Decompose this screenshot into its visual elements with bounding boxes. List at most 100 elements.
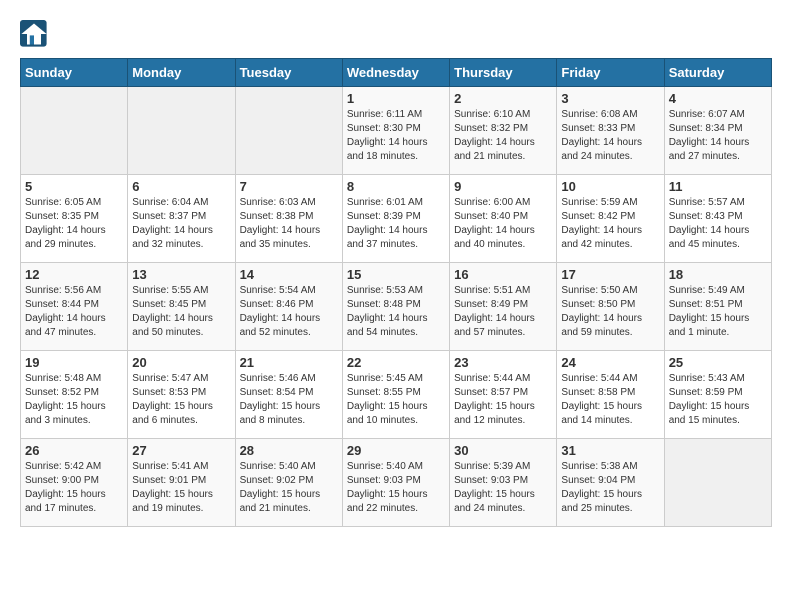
calendar-cell: 8 Sunrise: 6:01 AMSunset: 8:39 PMDaylight… xyxy=(342,175,449,263)
header-monday: Monday xyxy=(128,59,235,87)
day-info: Sunrise: 5:39 AMSunset: 9:03 PMDaylight:… xyxy=(454,460,552,516)
calendar-table: SundayMondayTuesdayWednesdayThursdayFrid… xyxy=(20,58,772,527)
day-info: Sunrise: 5:50 AMSunset: 8:50 PMDaylight:… xyxy=(561,284,659,340)
calendar-cell xyxy=(664,439,771,527)
calendar-cell xyxy=(235,87,342,175)
header-row: SundayMondayTuesdayWednesdayThursdayFrid… xyxy=(21,59,772,87)
calendar-cell: 16 Sunrise: 5:51 AMSunset: 8:49 PMDayligh… xyxy=(450,263,557,351)
day-info: Sunrise: 5:40 AMSunset: 9:03 PMDaylight:… xyxy=(347,460,445,516)
day-number: 7 xyxy=(240,179,338,194)
day-number: 27 xyxy=(132,443,230,458)
day-number: 31 xyxy=(561,443,659,458)
day-number: 16 xyxy=(454,267,552,282)
week-row-1: 1 Sunrise: 6:11 AMSunset: 8:30 PMDaylight… xyxy=(21,87,772,175)
day-number: 18 xyxy=(669,267,767,282)
day-number: 6 xyxy=(132,179,230,194)
day-number: 24 xyxy=(561,355,659,370)
logo xyxy=(20,20,50,48)
day-info: Sunrise: 6:05 AMSunset: 8:35 PMDaylight:… xyxy=(25,196,123,252)
day-info: Sunrise: 5:49 AMSunset: 8:51 PMDaylight:… xyxy=(669,284,767,340)
day-number: 30 xyxy=(454,443,552,458)
header-tuesday: Tuesday xyxy=(235,59,342,87)
calendar-cell: 15 Sunrise: 5:53 AMSunset: 8:48 PMDayligh… xyxy=(342,263,449,351)
calendar-cell: 27Sunrise: 5:41 AMSunset: 9:01 PMDayligh… xyxy=(128,439,235,527)
calendar-cell: 3Sunrise: 6:08 AMSunset: 8:33 PMDaylight… xyxy=(557,87,664,175)
day-number: 3 xyxy=(561,91,659,106)
calendar-cell: 7Sunrise: 6:03 AMSunset: 8:38 PMDaylight… xyxy=(235,175,342,263)
day-number: 14 xyxy=(240,267,338,282)
calendar-cell xyxy=(21,87,128,175)
calendar-cell: 25Sunrise: 5:43 AMSunset: 8:59 PMDayligh… xyxy=(664,351,771,439)
calendar-cell: 30 Sunrise: 5:39 AMSunset: 9:03 PMDayligh… xyxy=(450,439,557,527)
calendar-cell: 6 Sunrise: 6:04 AMSunset: 8:37 PMDaylight… xyxy=(128,175,235,263)
day-number: 19 xyxy=(25,355,123,370)
day-info: Sunrise: 6:01 AMSunset: 8:39 PMDaylight:… xyxy=(347,196,445,252)
day-info: Sunrise: 5:47 AMSunset: 8:53 PMDaylight:… xyxy=(132,372,230,428)
calendar-cell: 17 Sunrise: 5:50 AMSunset: 8:50 PMDayligh… xyxy=(557,263,664,351)
day-info: Sunrise: 5:46 AMSunset: 8:54 PMDaylight:… xyxy=(240,372,338,428)
calendar-cell: 24 Sunrise: 5:44 AMSunset: 8:58 PMDayligh… xyxy=(557,351,664,439)
day-info: Sunrise: 5:43 AMSunset: 8:59 PMDaylight:… xyxy=(669,372,767,428)
header-saturday: Saturday xyxy=(664,59,771,87)
day-info: Sunrise: 5:56 AMSunset: 8:44 PMDaylight:… xyxy=(25,284,123,340)
day-number: 29 xyxy=(347,443,445,458)
calendar-cell: 13 Sunrise: 5:55 AMSunset: 8:45 PMDayligh… xyxy=(128,263,235,351)
day-number: 28 xyxy=(240,443,338,458)
day-number: 4 xyxy=(669,91,767,106)
day-info: Sunrise: 5:48 AMSunset: 8:52 PMDaylight:… xyxy=(25,372,123,428)
day-info: Sunrise: 5:53 AMSunset: 8:48 PMDaylight:… xyxy=(347,284,445,340)
week-row-5: 26 Sunrise: 5:42 AMSunset: 9:00 PMDayligh… xyxy=(21,439,772,527)
calendar-cell: 28 Sunrise: 5:40 AMSunset: 9:02 PMDayligh… xyxy=(235,439,342,527)
day-info: Sunrise: 5:42 AMSunset: 9:00 PMDaylight:… xyxy=(25,460,123,516)
calendar-cell: 31 Sunrise: 5:38 AMSunset: 9:04 PMDayligh… xyxy=(557,439,664,527)
day-number: 26 xyxy=(25,443,123,458)
day-info: Sunrise: 5:59 AMSunset: 8:42 PMDaylight:… xyxy=(561,196,659,252)
header-friday: Friday xyxy=(557,59,664,87)
day-number: 9 xyxy=(454,179,552,194)
day-number: 13 xyxy=(132,267,230,282)
day-info: Sunrise: 5:51 AMSunset: 8:49 PMDaylight:… xyxy=(454,284,552,340)
week-row-3: 12 Sunrise: 5:56 AMSunset: 8:44 PMDayligh… xyxy=(21,263,772,351)
calendar-cell: 19 Sunrise: 5:48 AMSunset: 8:52 PMDayligh… xyxy=(21,351,128,439)
day-info: Sunrise: 5:40 AMSunset: 9:02 PMDaylight:… xyxy=(240,460,338,516)
header-wednesday: Wednesday xyxy=(342,59,449,87)
day-number: 10 xyxy=(561,179,659,194)
logo-icon xyxy=(20,20,48,48)
day-info: Sunrise: 5:54 AMSunset: 8:46 PMDaylight:… xyxy=(240,284,338,340)
calendar-cell: 4 Sunrise: 6:07 AMSunset: 8:34 PMDaylight… xyxy=(664,87,771,175)
calendar-cell: 11 Sunrise: 5:57 AMSunset: 8:43 PMDayligh… xyxy=(664,175,771,263)
day-number: 17 xyxy=(561,267,659,282)
day-info: Sunrise: 6:10 AMSunset: 8:32 PMDaylight:… xyxy=(454,108,552,164)
day-info: Sunrise: 6:00 AMSunset: 8:40 PMDaylight:… xyxy=(454,196,552,252)
day-number: 11 xyxy=(669,179,767,194)
calendar-cell: 1 Sunrise: 6:11 AMSunset: 8:30 PMDaylight… xyxy=(342,87,449,175)
day-number: 1 xyxy=(347,91,445,106)
day-info: Sunrise: 5:45 AMSunset: 8:55 PMDaylight:… xyxy=(347,372,445,428)
day-number: 20 xyxy=(132,355,230,370)
calendar-cell: 2 Sunrise: 6:10 AMSunset: 8:32 PMDaylight… xyxy=(450,87,557,175)
day-number: 8 xyxy=(347,179,445,194)
week-row-4: 19 Sunrise: 5:48 AMSunset: 8:52 PMDayligh… xyxy=(21,351,772,439)
day-info: Sunrise: 5:55 AMSunset: 8:45 PMDaylight:… xyxy=(132,284,230,340)
day-info: Sunrise: 5:44 AMSunset: 8:57 PMDaylight:… xyxy=(454,372,552,428)
calendar-cell: 23 Sunrise: 5:44 AMSunset: 8:57 PMDayligh… xyxy=(450,351,557,439)
day-info: Sunrise: 6:07 AMSunset: 8:34 PMDaylight:… xyxy=(669,108,767,164)
header-sunday: Sunday xyxy=(21,59,128,87)
day-info: Sunrise: 6:04 AMSunset: 8:37 PMDaylight:… xyxy=(132,196,230,252)
day-number: 5 xyxy=(25,179,123,194)
calendar-header: SundayMondayTuesdayWednesdayThursdayFrid… xyxy=(21,59,772,87)
day-number: 12 xyxy=(25,267,123,282)
day-info: Sunrise: 6:11 AMSunset: 8:30 PMDaylight:… xyxy=(347,108,445,164)
day-number: 15 xyxy=(347,267,445,282)
page-header xyxy=(20,20,772,48)
calendar-cell: 5 Sunrise: 6:05 AMSunset: 8:35 PMDaylight… xyxy=(21,175,128,263)
calendar-cell: 18 Sunrise: 5:49 AMSunset: 8:51 PMDayligh… xyxy=(664,263,771,351)
day-info: Sunrise: 5:44 AMSunset: 8:58 PMDaylight:… xyxy=(561,372,659,428)
day-info: Sunrise: 5:38 AMSunset: 9:04 PMDaylight:… xyxy=(561,460,659,516)
day-number: 2 xyxy=(454,91,552,106)
day-info: Sunrise: 5:57 AMSunset: 8:43 PMDaylight:… xyxy=(669,196,767,252)
calendar-cell: 26 Sunrise: 5:42 AMSunset: 9:00 PMDayligh… xyxy=(21,439,128,527)
day-number: 23 xyxy=(454,355,552,370)
calendar-cell: 21Sunrise: 5:46 AMSunset: 8:54 PMDayligh… xyxy=(235,351,342,439)
calendar-cell: 22Sunrise: 5:45 AMSunset: 8:55 PMDayligh… xyxy=(342,351,449,439)
